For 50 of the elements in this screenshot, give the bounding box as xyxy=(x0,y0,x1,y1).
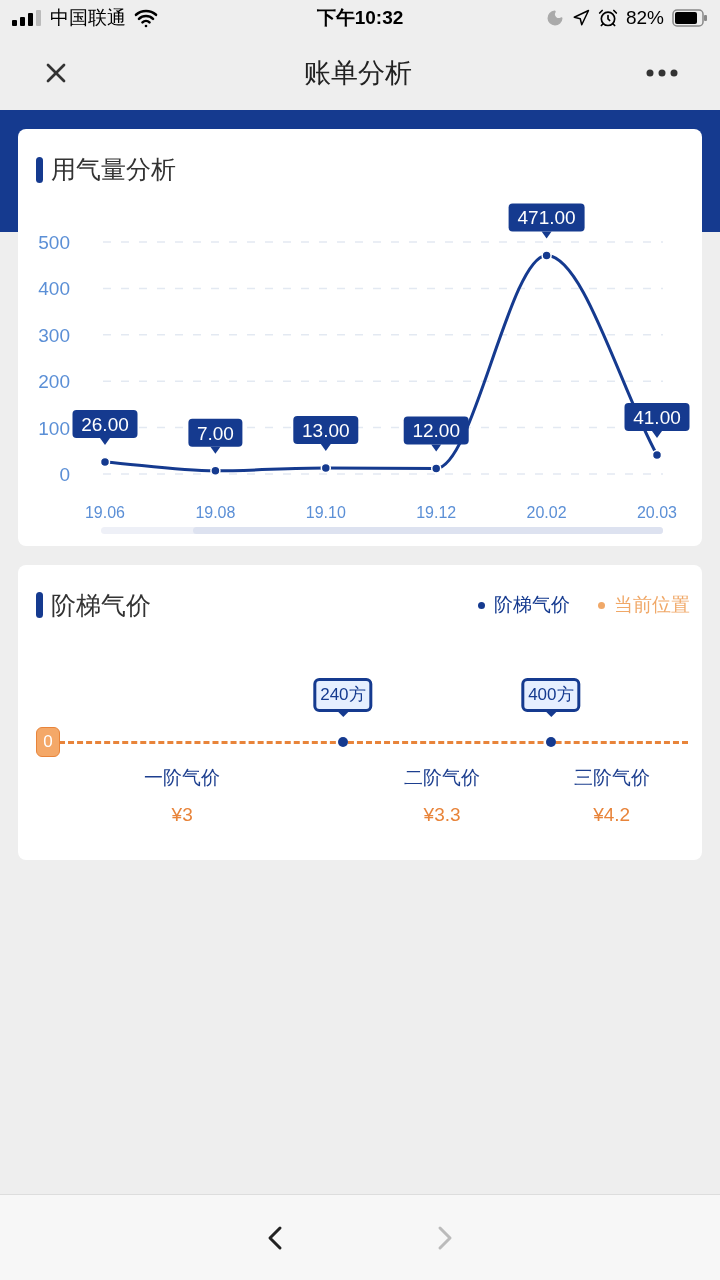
data-point xyxy=(430,462,442,474)
axis-tick-label: 0 xyxy=(59,463,70,485)
data-point xyxy=(210,465,221,476)
scrollbar[interactable] xyxy=(101,526,663,534)
carrier-name: 中国联通 xyxy=(50,5,126,30)
section-title: 用气量分析 xyxy=(51,154,176,185)
battery-icon xyxy=(672,9,708,27)
value-label: 7.00 xyxy=(188,418,243,454)
threshold-tooltip: 240方 xyxy=(313,678,373,712)
section-title: 阶梯气价 xyxy=(51,589,151,621)
moon-icon xyxy=(545,9,564,27)
tier-price: ¥3.3 xyxy=(423,802,461,827)
alarm-clock-icon xyxy=(597,8,618,28)
current-position-marker: 0 xyxy=(36,727,60,757)
legend-label: 阶梯气价 xyxy=(494,593,570,617)
tier-name: 一阶气价 xyxy=(144,766,221,790)
axis-tick-label: 19.10 xyxy=(305,503,346,521)
legend-label: 当前位置 xyxy=(614,593,690,617)
axis-tick-label: 20.02 xyxy=(526,503,567,521)
data-point xyxy=(541,249,552,261)
tier-name: 二阶气价 xyxy=(404,766,481,790)
data-point xyxy=(651,449,663,460)
data-point xyxy=(320,462,332,473)
data-point xyxy=(99,456,111,467)
more-icon xyxy=(646,69,678,77)
tier-price: ¥4.2 xyxy=(593,802,631,827)
axis-tick-label: 300 xyxy=(38,324,70,346)
axis-tick-label: 400 xyxy=(38,277,70,299)
location-arrow-icon xyxy=(571,9,590,27)
axis-tick-label: 500 xyxy=(38,231,70,253)
battery-percentage: 82% xyxy=(625,5,664,30)
axis-tick-label: 200 xyxy=(38,370,70,392)
axis-tick-label: 19.06 xyxy=(85,503,125,521)
axis-tick-label: 100 xyxy=(38,417,70,439)
status-time: 下午10:32 xyxy=(316,5,404,30)
value-label: 13.00 xyxy=(293,415,359,451)
value-label: 471.00 xyxy=(508,202,585,238)
value-label: 41.00 xyxy=(624,402,690,438)
axis-tick-label: 19.08 xyxy=(195,503,236,521)
signal-icon xyxy=(12,10,42,26)
tier-price: ¥3 xyxy=(171,802,193,827)
value-label: 12.00 xyxy=(403,415,469,451)
tier-name: 三阶气价 xyxy=(573,766,650,790)
axis-tick-label: 19.12 xyxy=(416,503,457,521)
title-accent-bar xyxy=(36,156,43,183)
value-label: 26.00 xyxy=(72,409,138,445)
axis-tick-label: 20.03 xyxy=(637,503,677,521)
title-accent-bar xyxy=(36,592,43,619)
page-title: 账单分析 xyxy=(304,56,412,90)
threshold-tooltip: 400方 xyxy=(521,678,581,712)
